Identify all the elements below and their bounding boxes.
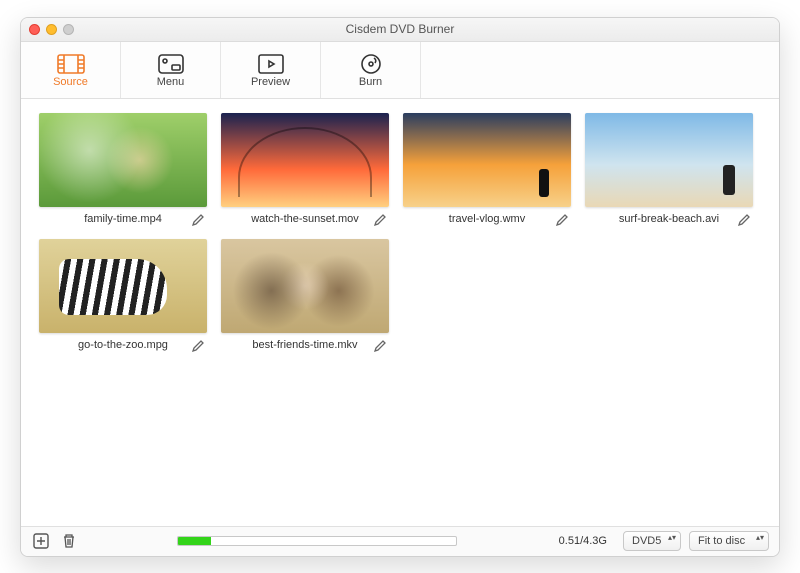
- video-card[interactable]: watch-the-sunset.mov: [221, 113, 389, 225]
- caption-row: best-friends-time.mkv: [221, 339, 389, 351]
- video-grid: family-time.mp4 watch-the-sunset.mov: [39, 113, 761, 351]
- tab-source[interactable]: Source: [21, 42, 121, 98]
- tab-burn[interactable]: Burn: [321, 42, 421, 98]
- video-card[interactable]: best-friends-time.mkv: [221, 239, 389, 351]
- edit-icon[interactable]: [191, 339, 207, 356]
- app-window: Cisdem DVD Burner Source Menu: [20, 17, 780, 557]
- capacity-progress-fill: [178, 537, 211, 545]
- edit-icon[interactable]: [555, 213, 571, 230]
- main-tabs: Source Menu Preview: [21, 42, 779, 99]
- file-name: family-time.mp4: [84, 213, 162, 225]
- video-thumbnail[interactable]: [221, 239, 389, 333]
- tab-menu[interactable]: Menu: [121, 42, 221, 98]
- tab-preview[interactable]: Preview: [221, 42, 321, 98]
- preview-play-icon: [258, 52, 284, 76]
- size-text: 0.51/4.3G: [559, 535, 607, 547]
- tab-label: Menu: [157, 76, 185, 88]
- titlebar: Cisdem DVD Burner: [21, 18, 779, 42]
- caption-row: watch-the-sunset.mov: [221, 213, 389, 225]
- menu-layout-icon: [158, 52, 184, 76]
- video-thumbnail[interactable]: [585, 113, 753, 207]
- video-thumbnail[interactable]: [39, 113, 207, 207]
- caption-row: surf-break-beach.avi: [585, 213, 753, 225]
- file-name: best-friends-time.mkv: [252, 339, 357, 351]
- edit-icon[interactable]: [191, 213, 207, 230]
- file-name: go-to-the-zoo.mpg: [78, 339, 168, 351]
- video-card[interactable]: travel-vlog.wmv: [403, 113, 571, 225]
- capacity-progress: [177, 536, 457, 546]
- zoom-window-button[interactable]: [63, 24, 74, 35]
- film-icon: [57, 52, 85, 76]
- tab-label: Source: [53, 76, 88, 88]
- fit-value: Fit to disc: [698, 535, 745, 547]
- disc-type-select[interactable]: DVD5 ▴▾: [623, 531, 681, 551]
- file-name: travel-vlog.wmv: [449, 213, 525, 225]
- delete-button[interactable]: [59, 531, 79, 551]
- traffic-lights: [29, 24, 74, 35]
- disc-type-value: DVD5: [632, 535, 661, 547]
- file-name: surf-break-beach.avi: [619, 213, 719, 225]
- caption-row: go-to-the-zoo.mpg: [39, 339, 207, 351]
- video-thumbnail[interactable]: [221, 113, 389, 207]
- tab-label: Burn: [359, 76, 382, 88]
- video-card[interactable]: go-to-the-zoo.mpg: [39, 239, 207, 351]
- burn-disc-icon: [360, 52, 382, 76]
- stepper-arrows-icon: ▴▾: [756, 534, 764, 542]
- footer-bar: 0.51/4.3G DVD5 ▴▾ Fit to disc ▴▾: [21, 526, 779, 556]
- close-window-button[interactable]: [29, 24, 40, 35]
- tab-label: Preview: [251, 76, 290, 88]
- file-name: watch-the-sunset.mov: [251, 213, 359, 225]
- edit-icon[interactable]: [737, 213, 753, 230]
- stepper-arrows-icon: ▴▾: [668, 534, 676, 542]
- caption-row: family-time.mp4: [39, 213, 207, 225]
- window-title: Cisdem DVD Burner: [346, 22, 455, 36]
- video-thumbnail[interactable]: [39, 239, 207, 333]
- video-card[interactable]: family-time.mp4: [39, 113, 207, 225]
- video-card[interactable]: surf-break-beach.avi: [585, 113, 753, 225]
- edit-icon[interactable]: [373, 213, 389, 230]
- video-thumbnail[interactable]: [403, 113, 571, 207]
- caption-row: travel-vlog.wmv: [403, 213, 571, 225]
- minimize-window-button[interactable]: [46, 24, 57, 35]
- add-button[interactable]: [31, 531, 51, 551]
- edit-icon[interactable]: [373, 339, 389, 356]
- content-area: family-time.mp4 watch-the-sunset.mov: [21, 99, 779, 526]
- fit-select[interactable]: Fit to disc ▴▾: [689, 531, 769, 551]
